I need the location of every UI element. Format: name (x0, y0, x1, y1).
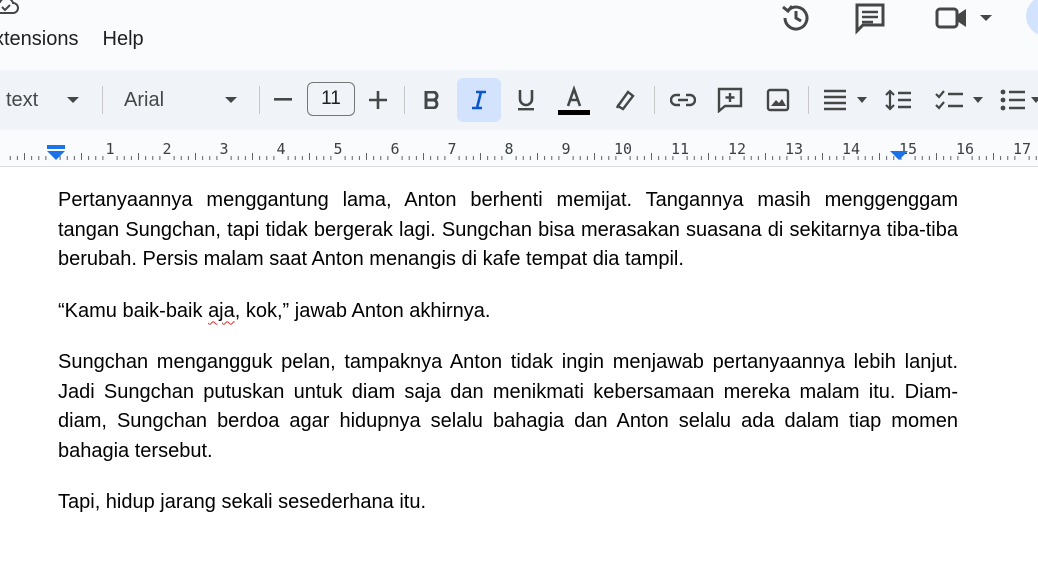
checklist-button[interactable] (932, 78, 966, 122)
paragraph-style-label: text (6, 88, 39, 111)
toolbar-divider (654, 86, 655, 114)
menu-item-help[interactable]: Help (103, 28, 144, 51)
insert-link-button[interactable] (668, 78, 698, 122)
link-icon (670, 93, 696, 107)
paragraph-style-chevron-icon[interactable] (62, 78, 84, 122)
bulleted-list-button[interactable] (998, 78, 1028, 122)
increase-font-size-button[interactable] (366, 78, 390, 122)
ruler-number: 3 (219, 140, 228, 158)
ruler-number: 1 (105, 140, 114, 158)
menu-bar: xtensions Help (0, 28, 168, 51)
underline-icon (518, 90, 534, 111)
paragraph: Tapi, hidup jarang sekali sesederhana it… (58, 491, 427, 513)
left-indent-marker[interactable] (47, 145, 65, 160)
avatar[interactable] (1026, 0, 1038, 36)
ruler-number: 2 (162, 140, 171, 158)
text-color-icon (558, 85, 590, 115)
paragraph-text: , kok,” jawab Anton akhirnya. (234, 299, 491, 322)
meet-dropdown-chevron-icon[interactable] (976, 0, 996, 36)
misspelled-word[interactable]: aja (208, 300, 235, 322)
menu-item-extensions[interactable]: xtensions (0, 28, 79, 51)
ruler-number: 8 (504, 140, 513, 158)
image-icon (766, 88, 790, 112)
toolbar-divider (259, 86, 260, 114)
meet-video-icon[interactable] (932, 0, 972, 36)
ruler-number: 12 (728, 140, 746, 158)
ruler-number: 16 (956, 140, 974, 158)
ruler-number: 7 (447, 140, 456, 158)
top-bar: xtensions Help (0, 0, 1038, 70)
paragraph: “Kamu baik-baik aja, kok,” jawab Anton a… (58, 297, 958, 327)
ruler-number: 11 (671, 140, 689, 158)
ruler-scale: 1 2 3 4 5 6 7 8 9 10 11 12 13 14 15 16 17 (9, 140, 1037, 160)
ruler-number: 14 (842, 140, 860, 158)
font-size-value: 11 (321, 88, 341, 109)
ruler-number: 6 (390, 140, 399, 158)
checklist-dropdown-chevron-icon[interactable] (968, 78, 988, 122)
ruler-number: 4 (276, 140, 285, 158)
comments-icon[interactable] (852, 0, 888, 36)
font-size-input[interactable]: 11 (307, 82, 355, 116)
font-family-dropdown[interactable]: Arial (124, 78, 164, 122)
document-body[interactable]: Pertanyaannya menggantung lama, Anton be… (58, 186, 958, 540)
toolbar-divider (808, 86, 809, 114)
bulleted-list-dropdown-chevron-icon[interactable] (1030, 78, 1038, 122)
font-family-chevron-icon[interactable] (220, 78, 242, 122)
ruler-number: 9 (561, 140, 570, 158)
highlight-color-button[interactable] (612, 78, 638, 122)
line-spacing-button[interactable] (882, 78, 914, 122)
align-dropdown-chevron-icon[interactable] (852, 78, 872, 122)
paragraph: Pertanyaannya menggantung lama, Anton be… (58, 189, 958, 270)
bulleted-list-icon (1000, 89, 1025, 111)
bold-icon (424, 91, 439, 109)
italic-icon (468, 78, 490, 122)
text-color-button[interactable] (557, 78, 591, 122)
ruler-number: 10 (614, 140, 632, 158)
toolbar-divider (404, 86, 405, 114)
insert-image-button[interactable] (764, 78, 792, 122)
ruler-number: 5 (333, 140, 342, 158)
line-spacing-icon (885, 89, 911, 111)
add-comment-button[interactable] (715, 78, 745, 122)
ruler-number: 17 (1013, 140, 1031, 158)
paragraph-text: “Kamu baik-baik (58, 299, 209, 322)
paragraph-style-dropdown[interactable]: text (6, 78, 38, 122)
horizontal-ruler[interactable]: 1 2 3 4 5 6 7 8 9 10 11 12 13 14 15 16 17 (0, 130, 1038, 167)
toolbar-divider (102, 86, 103, 114)
ruler-number: 13 (785, 140, 803, 158)
align-justify-icon (824, 89, 846, 111)
underline-button[interactable] (514, 78, 538, 122)
paragraph: Sungchan mengangguk pelan, tampaknya Ant… (58, 351, 958, 462)
add-comment-icon (717, 87, 743, 113)
align-justify-button[interactable] (820, 78, 850, 122)
bold-button[interactable] (420, 78, 444, 122)
checklist-icon (935, 90, 963, 110)
decrease-font-size-button[interactable] (270, 78, 296, 122)
highlighter-pen-icon (615, 90, 635, 111)
font-family-label: Arial (124, 88, 165, 111)
cloud-saved-icon[interactable] (0, 0, 20, 16)
history-icon[interactable] (778, 0, 814, 36)
formatting-toolbar: text Arial 11 (0, 70, 1038, 130)
